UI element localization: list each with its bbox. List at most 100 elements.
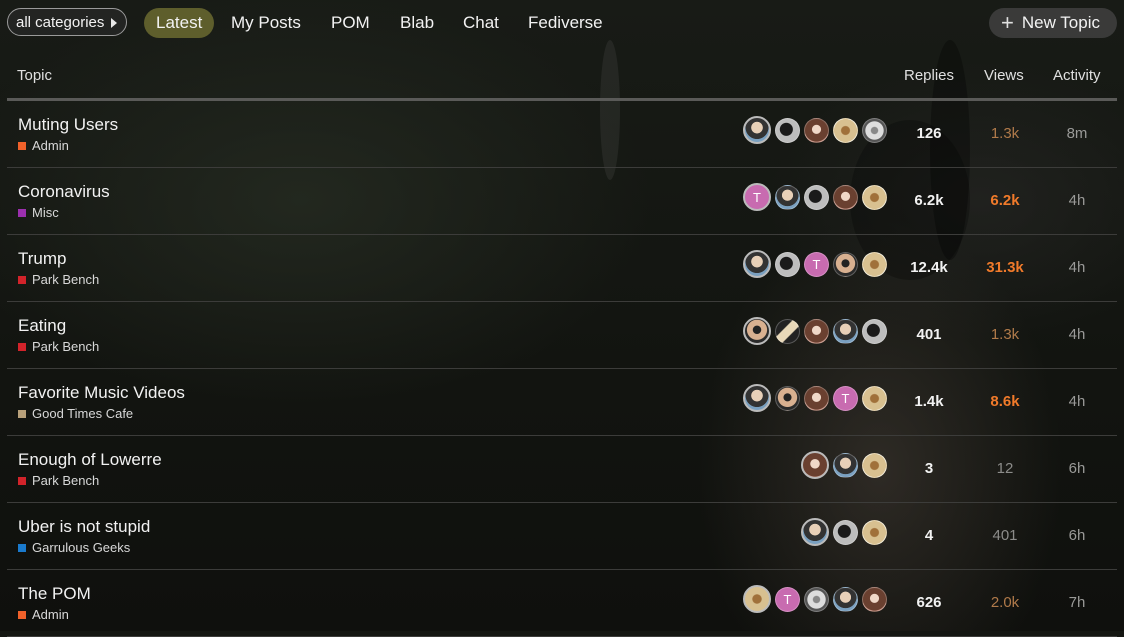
- category-label: Garrulous Geeks: [32, 540, 131, 555]
- topic-title[interactable]: Trump: [18, 249, 67, 269]
- avatar[interactable]: [743, 585, 771, 613]
- poster-avatars: T: [739, 384, 887, 412]
- avatar[interactable]: [801, 451, 829, 479]
- avatar[interactable]: [833, 520, 858, 545]
- tab-pom[interactable]: POM: [331, 8, 370, 38]
- new-topic-button[interactable]: + New Topic: [989, 8, 1117, 38]
- topic-row[interactable]: Uber is not stupid Garrulous Geeks 4 401 6h: [7, 503, 1117, 570]
- avatar[interactable]: [775, 118, 800, 143]
- avatar[interactable]: [862, 252, 887, 277]
- topic-title[interactable]: Favorite Music Videos: [18, 383, 185, 403]
- category-badge[interactable]: Park Bench: [18, 272, 99, 287]
- topic-title[interactable]: Coronavirus: [18, 182, 110, 202]
- views-count: 31.3k: [986, 259, 1024, 276]
- topic-row[interactable]: Favorite Music Videos Good Times Cafe T 1.4…: [7, 369, 1117, 436]
- activity-time[interactable]: 6h: [1047, 527, 1107, 544]
- replies-count[interactable]: 1.4k: [899, 393, 959, 410]
- replies-count[interactable]: 401: [899, 326, 959, 343]
- topic-row[interactable]: Enough of Lowerre Park Bench 3 12 6h: [7, 436, 1117, 503]
- topic-title[interactable]: Uber is not stupid: [18, 517, 150, 537]
- category-badge[interactable]: Good Times Cafe: [18, 406, 133, 421]
- category-badge[interactable]: Admin: [18, 138, 69, 153]
- avatar[interactable]: [833, 587, 858, 612]
- replies-count[interactable]: 626: [899, 594, 959, 611]
- avatar[interactable]: [775, 386, 800, 411]
- avatar[interactable]: [833, 118, 858, 143]
- activity-time[interactable]: 4h: [1047, 326, 1107, 343]
- avatar[interactable]: [804, 185, 829, 210]
- avatar[interactable]: [743, 250, 771, 278]
- tab-my-posts[interactable]: My Posts: [231, 8, 301, 38]
- avatar[interactable]: [804, 319, 829, 344]
- replies-count[interactable]: 126: [899, 125, 959, 142]
- topic-title[interactable]: Eating: [18, 316, 66, 336]
- avatar[interactable]: [801, 518, 829, 546]
- tab-latest[interactable]: Latest: [144, 8, 215, 38]
- topic-title[interactable]: The POM: [18, 584, 91, 604]
- avatar[interactable]: [833, 453, 858, 478]
- replies-count[interactable]: 6.2k: [899, 192, 959, 209]
- avatar[interactable]: [804, 587, 829, 612]
- topic-row[interactable]: The POM Admin T 626 2.0k 7h: [7, 570, 1117, 637]
- avatar[interactable]: [833, 319, 858, 344]
- category-color-swatch: [18, 476, 26, 485]
- activity-time[interactable]: 4h: [1047, 192, 1107, 209]
- category-color-swatch: [18, 141, 26, 150]
- avatar[interactable]: [743, 317, 771, 345]
- tab-fediverse[interactable]: Fediverse: [528, 8, 603, 38]
- category-color-swatch: [18, 409, 26, 418]
- activity-time[interactable]: 4h: [1047, 259, 1107, 276]
- topic-row[interactable]: Eating Park Bench 401 1.3k 4h: [7, 302, 1117, 369]
- tab-blab[interactable]: Blab: [400, 8, 434, 38]
- avatar[interactable]: T: [743, 183, 771, 211]
- avatar[interactable]: [743, 116, 771, 144]
- plus-icon: +: [1001, 10, 1014, 35]
- topic-row[interactable]: Muting Users Admin 126 1.3k 8m: [7, 101, 1117, 168]
- poster-avatars: [739, 116, 887, 144]
- topic-row[interactable]: Trump Park Bench T 12.4k 31.3k 4h: [7, 235, 1117, 302]
- avatar[interactable]: [862, 520, 887, 545]
- topic-title[interactable]: Enough of Lowerre: [18, 450, 162, 470]
- category-badge[interactable]: Misc: [18, 205, 59, 220]
- replies-count[interactable]: 3: [899, 460, 959, 477]
- avatar[interactable]: [862, 386, 887, 411]
- avatar[interactable]: [804, 386, 829, 411]
- avatar[interactable]: [862, 185, 887, 210]
- category-dropdown[interactable]: all categories: [7, 8, 127, 36]
- avatar[interactable]: T: [775, 587, 800, 612]
- tab-chat[interactable]: Chat: [463, 8, 499, 38]
- avatar[interactable]: [833, 185, 858, 210]
- new-topic-label: New Topic: [1021, 13, 1100, 32]
- topic-title[interactable]: Muting Users: [18, 115, 118, 135]
- avatar[interactable]: [862, 118, 887, 143]
- topic-row[interactable]: Coronavirus Misc T 6.2k 6.2k 4h: [7, 168, 1117, 235]
- replies-count[interactable]: 12.4k: [899, 259, 959, 276]
- avatar[interactable]: [862, 587, 887, 612]
- avatar[interactable]: [775, 252, 800, 277]
- avatar[interactable]: [862, 319, 887, 344]
- header-topic[interactable]: Topic: [17, 67, 52, 84]
- category-badge[interactable]: Admin: [18, 607, 69, 622]
- category-badge[interactable]: Park Bench: [18, 473, 99, 488]
- header-views[interactable]: Views: [984, 67, 1024, 84]
- poster-avatars: T: [739, 585, 887, 613]
- avatar[interactable]: [775, 185, 800, 210]
- activity-time[interactable]: 8m: [1047, 125, 1107, 142]
- views-count: 401: [992, 527, 1018, 544]
- avatar[interactable]: T: [833, 386, 858, 411]
- replies-count[interactable]: 4: [899, 527, 959, 544]
- category-color-swatch: [18, 610, 26, 619]
- activity-time[interactable]: 6h: [1047, 460, 1107, 477]
- activity-time[interactable]: 4h: [1047, 393, 1107, 410]
- activity-time[interactable]: 7h: [1047, 594, 1107, 611]
- avatar[interactable]: [743, 384, 771, 412]
- avatar[interactable]: [775, 319, 800, 344]
- avatar[interactable]: T: [804, 252, 829, 277]
- header-activity[interactable]: Activity: [1053, 67, 1101, 84]
- avatar[interactable]: [862, 453, 887, 478]
- avatar[interactable]: [804, 118, 829, 143]
- header-replies[interactable]: Replies: [904, 67, 954, 84]
- category-badge[interactable]: Park Bench: [18, 339, 99, 354]
- category-badge[interactable]: Garrulous Geeks: [18, 540, 130, 555]
- avatar[interactable]: [833, 252, 858, 277]
